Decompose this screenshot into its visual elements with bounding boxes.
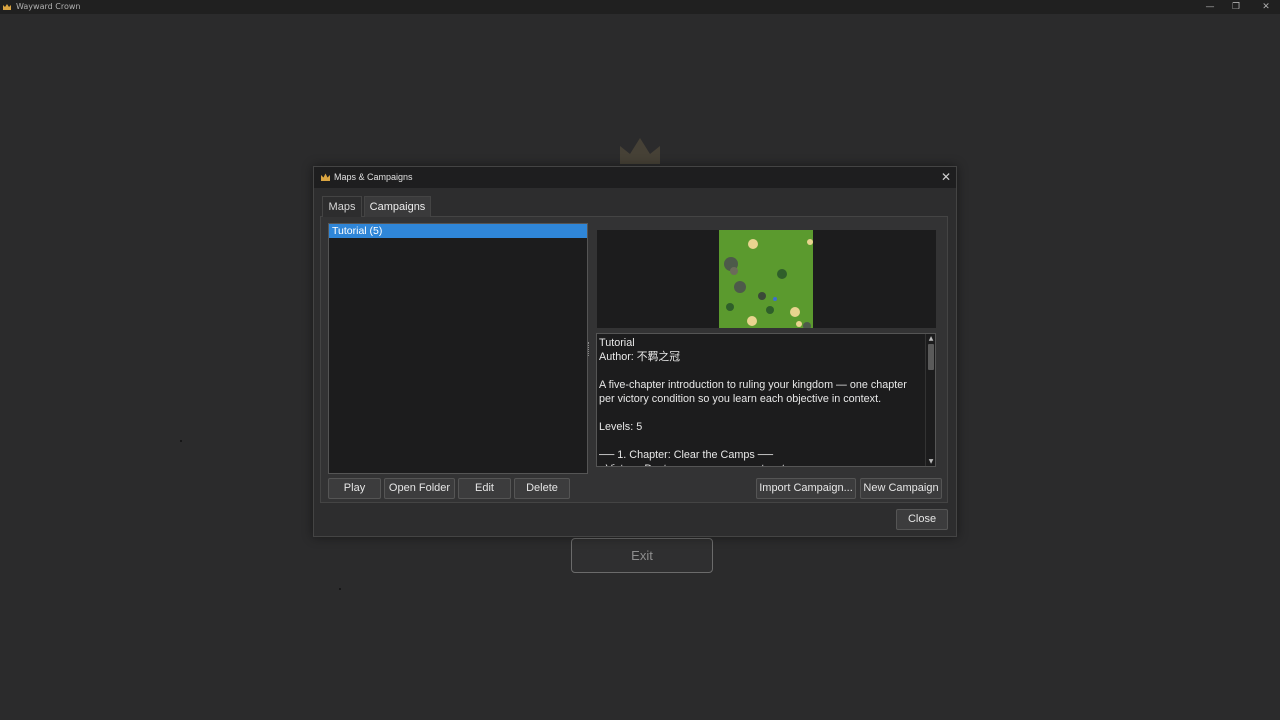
crown-icon [321,173,330,181]
maximize-button[interactable]: ❐ [1222,0,1250,14]
close-icon[interactable]: ✕ [938,167,954,188]
campaign-list[interactable] [328,223,588,474]
dialog-titlebar: Maps & Campaigns ✕ [314,167,956,188]
delete-button[interactable]: Delete [514,478,570,499]
crown-icon [3,4,11,10]
details-scrollbar[interactable]: ▲ ▼ [925,334,935,466]
app-title: Wayward Crown [16,2,81,11]
crown-emblem-icon [620,138,660,164]
app-titlebar: Wayward Crown — ❐ ✕ [0,0,1280,14]
dialog-title: Maps & Campaigns [334,172,413,182]
background-speck [180,440,182,442]
splitter-handle[interactable] [588,342,590,356]
edit-button[interactable]: Edit [458,478,511,499]
play-button[interactable]: Play [328,478,381,499]
campaign-details-text: Tutorial Author: 不羁之冠 A five-chapter int… [599,337,907,466]
scroll-thumb[interactable] [928,344,934,370]
scroll-down-icon[interactable]: ▼ [926,457,936,466]
map-thumbnail [719,230,813,328]
background-speck [339,588,341,590]
tab-campaigns[interactable]: Campaigns [364,196,431,217]
new-campaign-button[interactable]: New Campaign [860,478,942,499]
exit-button[interactable]: Exit [571,538,713,573]
tab-maps[interactable]: Maps [322,196,362,217]
open-folder-button[interactable]: Open Folder [384,478,455,499]
scroll-up-icon[interactable]: ▲ [926,334,936,343]
minimize-button[interactable]: — [1196,0,1224,14]
window-close-button[interactable]: ✕ [1252,0,1280,14]
list-item[interactable]: Tutorial (5) [329,224,587,238]
import-campaign-button[interactable]: Import Campaign... [756,478,856,499]
close-button[interactable]: Close [896,509,948,530]
